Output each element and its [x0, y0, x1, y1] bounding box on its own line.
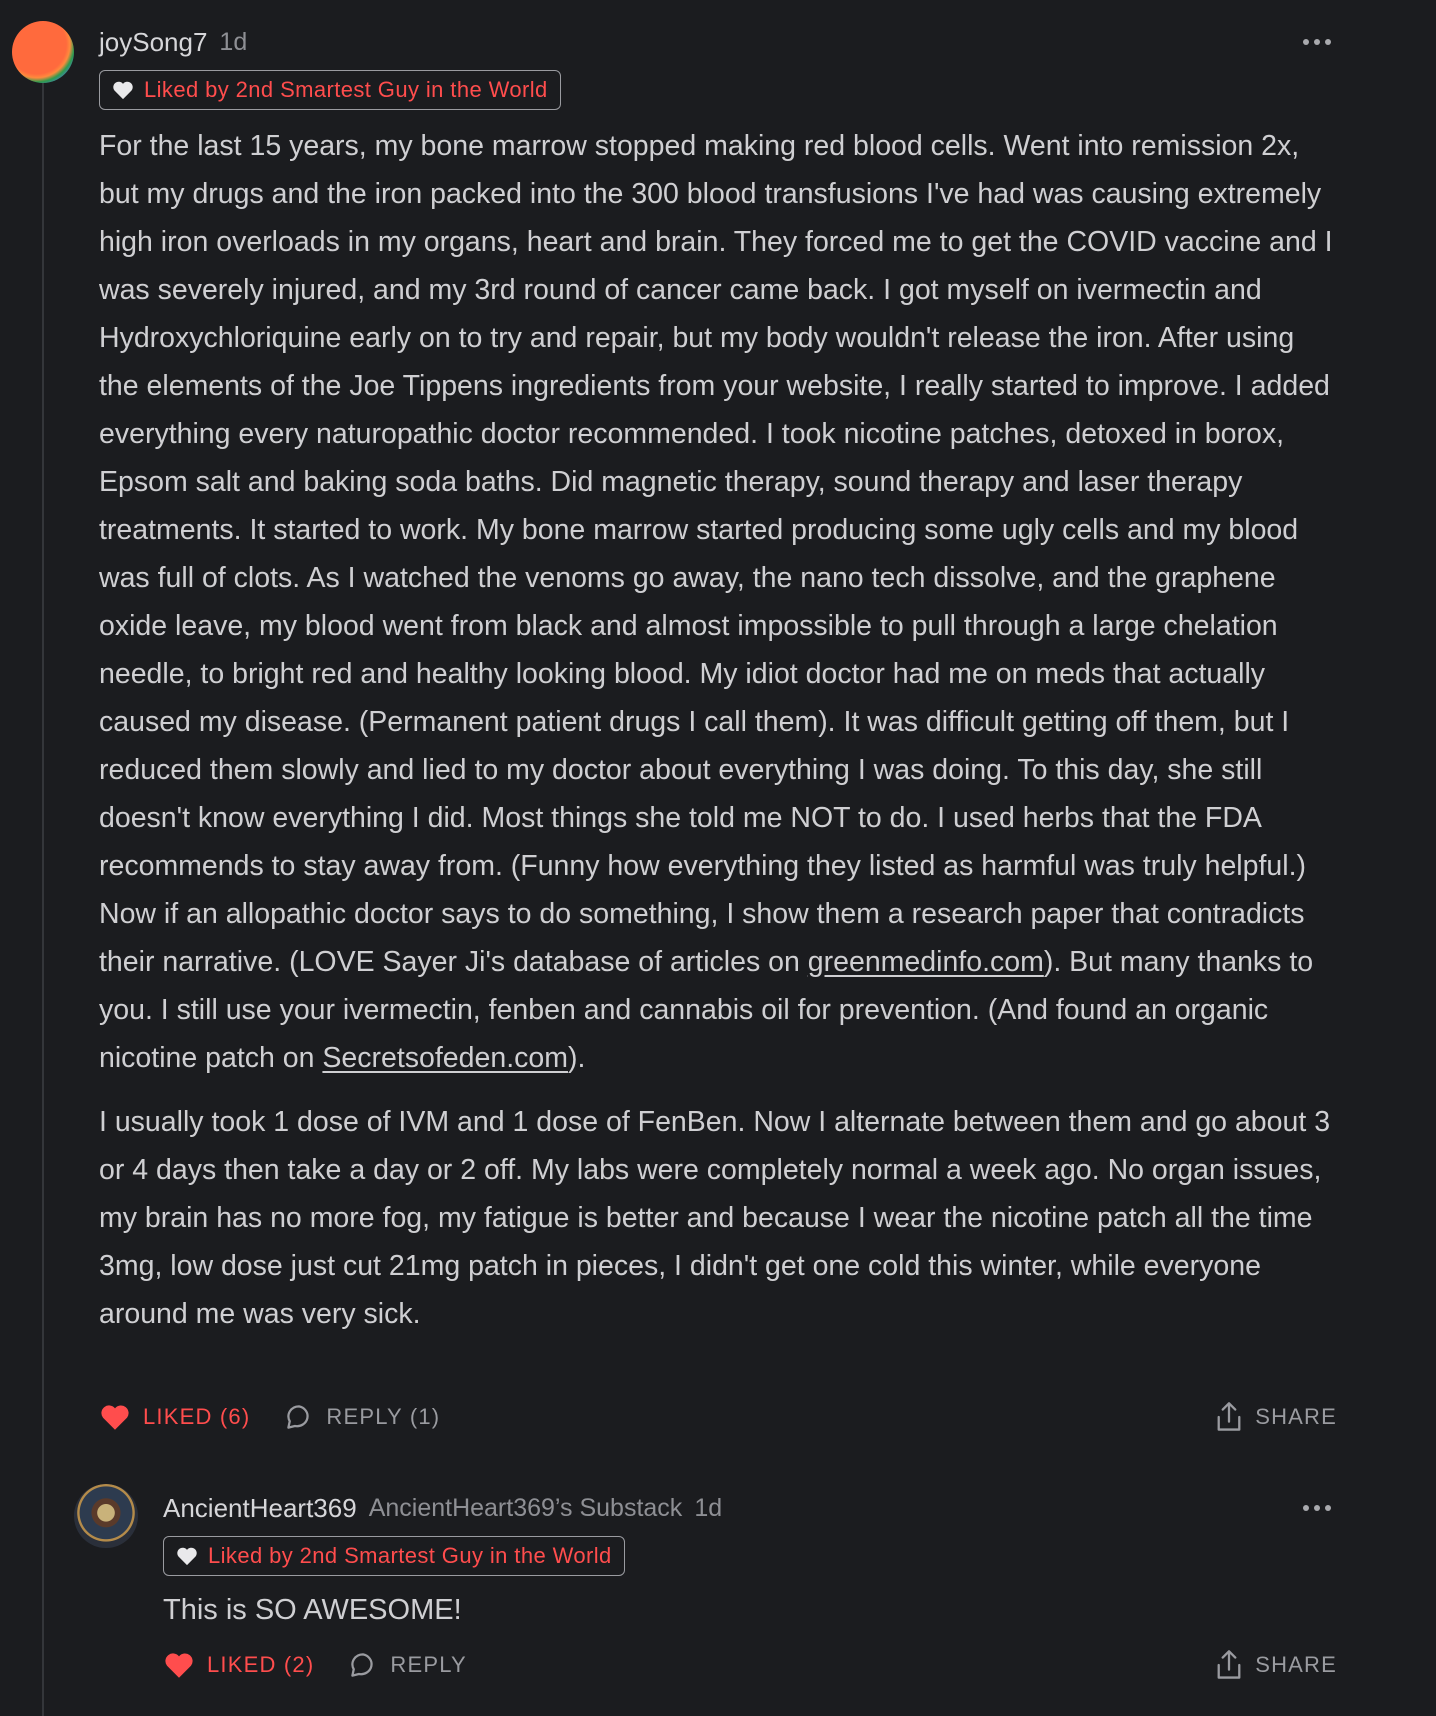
comment-body: For the last 15 years, my bone marrow st…: [99, 122, 1337, 1338]
heart-icon: [165, 1653, 193, 1678]
comment-paragraph: I usually took 1 dose of IVM and 1 dose …: [99, 1106, 1331, 1330]
comment-bubble-icon: [287, 1405, 310, 1429]
comment-author[interactable]: joySong7: [99, 27, 207, 58]
comment-body: This is SO AWESOME!: [163, 1586, 1337, 1634]
publication-name[interactable]: AncientHeart369’s Substack: [369, 1494, 683, 1523]
comment-header: joySong7 1d: [99, 24, 1337, 60]
comment-text: ).: [567, 1042, 586, 1074]
heart-icon: [101, 1405, 129, 1430]
like-button[interactable]: LIKED (2): [163, 1651, 314, 1679]
comment-author[interactable]: AncientHeart369: [163, 1493, 357, 1524]
comment: joySong7 1d Liked by 2nd Smartest Guy in…: [99, 24, 1337, 1338]
more-dots-icon[interactable]: [1297, 1490, 1337, 1526]
avatar[interactable]: [12, 21, 74, 83]
reply-label: REPLY (1): [326, 1404, 441, 1429]
reply-actions: LIKED (2) REPLY SHARE: [163, 1645, 1337, 1685]
badge-label: Liked by 2nd Smartest Guy in the World: [144, 77, 548, 102]
liked-by-badge: Liked by 2nd Smartest Guy in the World: [163, 1536, 625, 1576]
like-label: LIKED (6): [143, 1404, 251, 1429]
reply-button[interactable]: REPLY (1): [284, 1402, 440, 1432]
share-button[interactable]: SHARE: [1215, 1645, 1337, 1685]
comment-paragraph: For the last 15 years, my bone marrow st…: [99, 122, 1337, 1082]
share-label: SHARE: [1255, 1404, 1337, 1429]
heart-icon: [113, 81, 133, 100]
more-dots-icon[interactable]: [1297, 24, 1337, 60]
share-icon: [1217, 1402, 1241, 1431]
comment-text: For the last 15 years, my bone marrow st…: [99, 130, 1333, 978]
thread-line: [42, 80, 44, 1716]
share-button[interactable]: SHARE: [1215, 1397, 1337, 1437]
comment-time[interactable]: 1d: [219, 28, 247, 57]
avatar[interactable]: [74, 1484, 138, 1548]
share-label: SHARE: [1255, 1652, 1337, 1677]
reply-comment: AncientHeart369 AncientHeart369’s Substa…: [163, 1490, 1337, 1634]
badge-label: Liked by 2nd Smartest Guy in the World: [208, 1543, 612, 1568]
comment-paragraph: This is SO AWESOME!: [163, 1594, 462, 1626]
comment-actions: LIKED (6) REPLY (1) SHARE: [99, 1397, 1337, 1437]
share-icon: [1217, 1650, 1241, 1679]
reply-button[interactable]: REPLY: [348, 1650, 467, 1680]
reply-label: REPLY: [390, 1652, 467, 1677]
comment-bubble-icon: [351, 1653, 374, 1677]
comment-header: AncientHeart369 AncientHeart369’s Substa…: [163, 1490, 1337, 1526]
like-label: LIKED (2): [207, 1652, 315, 1677]
link-secretsofeden[interactable]: Secretsofeden.com: [322, 1042, 568, 1074]
heart-icon: [177, 1547, 197, 1566]
liked-by-badge: Liked by 2nd Smartest Guy in the World: [99, 70, 561, 110]
link-greenmedinfo[interactable]: greenmedinfo.com: [808, 946, 1044, 978]
like-button[interactable]: LIKED (6): [99, 1403, 250, 1431]
comment-time[interactable]: 1d: [694, 1494, 722, 1523]
